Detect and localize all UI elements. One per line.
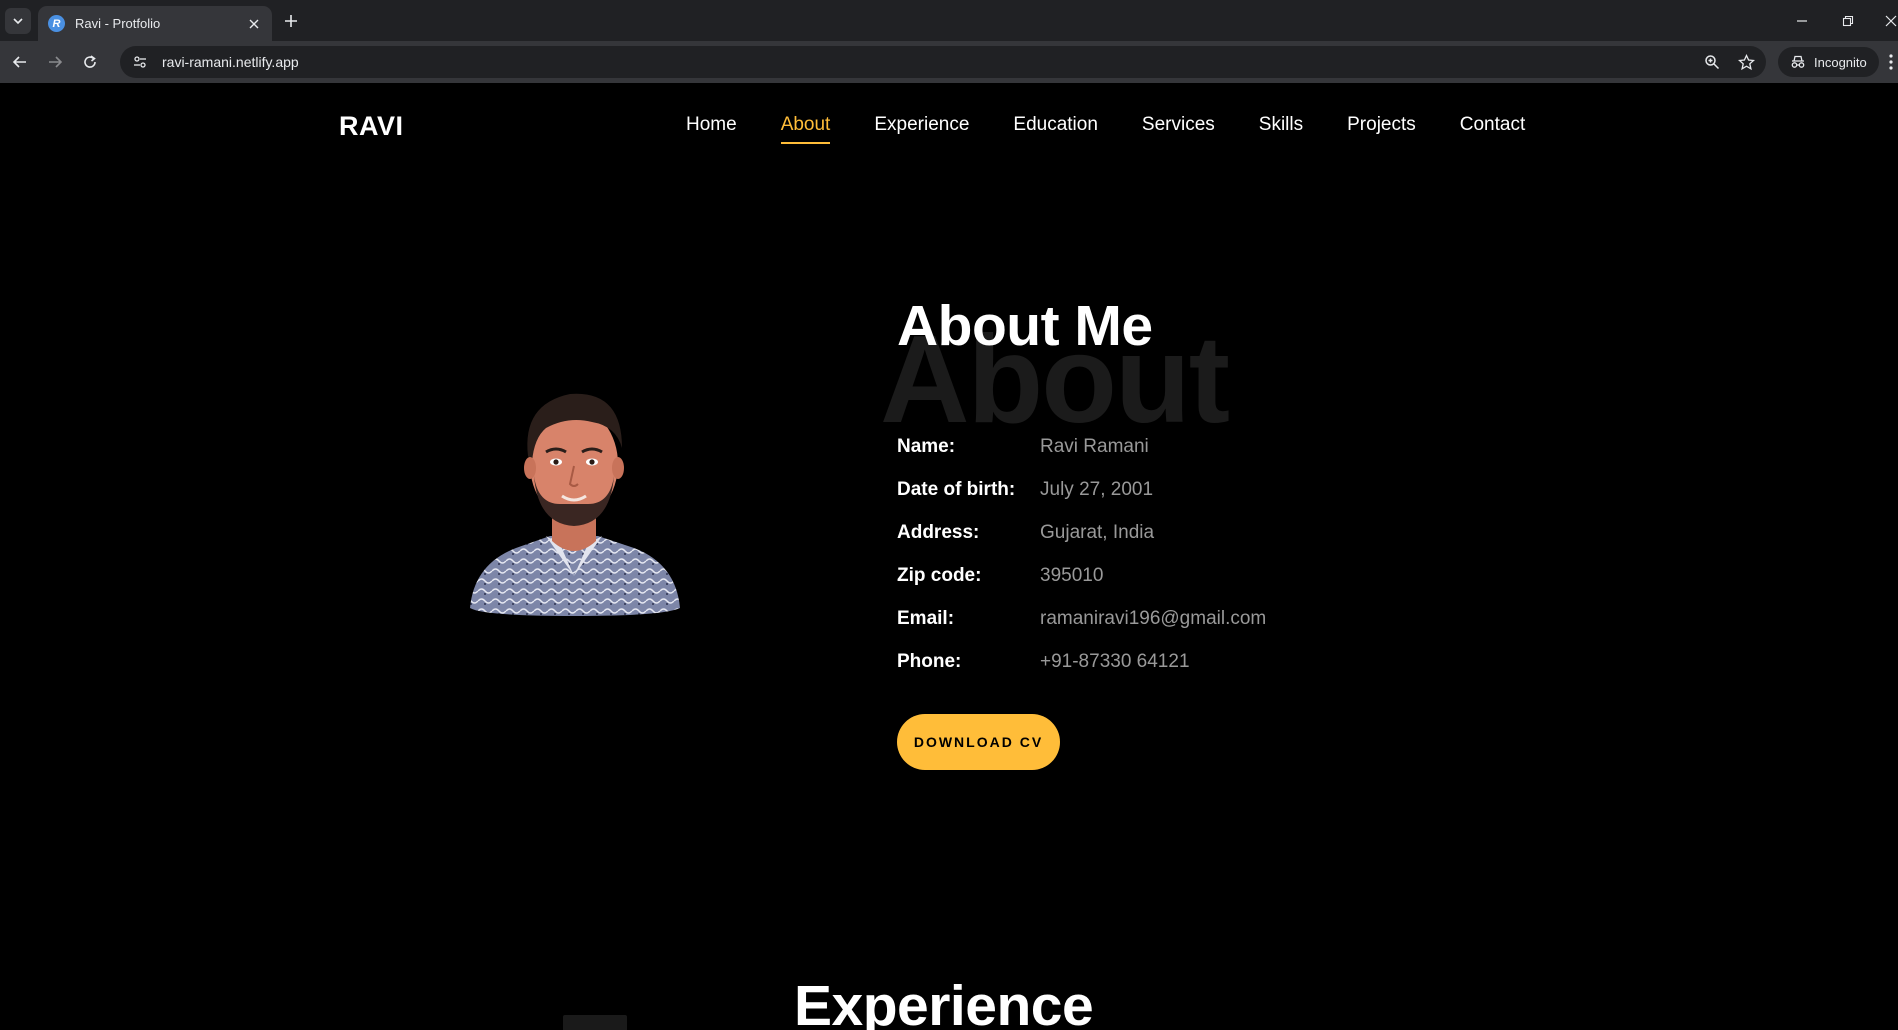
incognito-indicator[interactable]: Incognito bbox=[1778, 47, 1879, 77]
info-label: Phone: bbox=[897, 650, 962, 672]
nav-education[interactable]: Education bbox=[1013, 114, 1098, 144]
browser-tabstrip: R Ravi - Protfolio bbox=[0, 0, 1898, 41]
info-label: Email: bbox=[897, 607, 955, 629]
page-viewport: RAVI Home About Experience Education Ser… bbox=[0, 83, 1898, 1030]
zoom-icon bbox=[1705, 55, 1720, 70]
nav-skills[interactable]: Skills bbox=[1259, 114, 1303, 144]
chevron-down-icon bbox=[13, 18, 23, 25]
experience-decoration bbox=[563, 1015, 627, 1030]
about-heading: About Me bbox=[897, 294, 1153, 358]
incognito-icon bbox=[1791, 55, 1805, 68]
about-info-list: Name: Ravi Ramani Date of birth: July 27… bbox=[897, 425, 1266, 683]
restore-icon bbox=[1842, 15, 1854, 27]
download-cv-button[interactable]: DOWNLOAD CV bbox=[897, 714, 1060, 770]
browser-toolbar: ravi-ramani.netlify.app Incognito bbox=[0, 41, 1898, 83]
address-bar[interactable]: ravi-ramani.netlify.app bbox=[120, 46, 1766, 78]
site-logo[interactable]: RAVI bbox=[339, 111, 404, 142]
nav-experience[interactable]: Experience bbox=[874, 114, 969, 144]
info-value: July 27, 2001 bbox=[1040, 478, 1154, 500]
experience-heading: Experience bbox=[794, 974, 1094, 1030]
reload-icon bbox=[84, 55, 96, 68]
incognito-label: Incognito bbox=[1814, 54, 1867, 70]
url-text: ravi-ramani.netlify.app bbox=[162, 54, 299, 70]
reload-button[interactable] bbox=[78, 50, 102, 74]
info-value: Gujarat, India bbox=[1040, 521, 1155, 543]
tab-search-button[interactable] bbox=[5, 8, 31, 34]
browser-tab-active[interactable]: R Ravi - Protfolio bbox=[38, 6, 272, 41]
info-row-email: Email: ramaniravi196@gmail.com bbox=[897, 597, 1266, 640]
info-label: Zip code: bbox=[897, 564, 982, 586]
browser-menu-button[interactable] bbox=[1884, 50, 1898, 74]
minimize-icon bbox=[1797, 20, 1807, 22]
info-row-phone: Phone: +91-87330 64121 bbox=[897, 640, 1266, 683]
restore-button[interactable] bbox=[1837, 10, 1859, 32]
info-row-dob: Date of birth: July 27, 2001 bbox=[897, 468, 1266, 511]
star-icon bbox=[1737, 53, 1755, 70]
new-tab-button[interactable] bbox=[280, 10, 302, 32]
bookmark-button[interactable] bbox=[1732, 48, 1760, 76]
info-value: +91-87330 64121 bbox=[1040, 650, 1190, 672]
nav-about[interactable]: About bbox=[780, 114, 830, 144]
minimize-button[interactable] bbox=[1791, 10, 1813, 32]
more-vert-icon bbox=[1889, 54, 1893, 70]
site-favicon-icon: R bbox=[48, 15, 65, 32]
info-row-address: Address: Gujarat, India bbox=[897, 511, 1266, 554]
zoom-button[interactable] bbox=[1698, 48, 1726, 76]
close-window-button[interactable] bbox=[1880, 10, 1898, 32]
tab-title: Ravi - Protfolio bbox=[75, 16, 161, 31]
nav-contact[interactable]: Contact bbox=[1460, 114, 1525, 144]
info-label: Date of birth: bbox=[897, 478, 1016, 500]
info-value: 395010 bbox=[1040, 564, 1104, 586]
close-icon bbox=[249, 19, 259, 28]
close-icon bbox=[1885, 15, 1897, 27]
profile-photo bbox=[470, 393, 680, 616]
info-label: Address: bbox=[897, 521, 980, 543]
tab-close-button[interactable] bbox=[246, 16, 262, 32]
info-label: Name: bbox=[897, 435, 956, 457]
nav-projects[interactable]: Projects bbox=[1347, 114, 1416, 144]
tune-icon bbox=[134, 56, 146, 68]
plus-icon bbox=[285, 15, 297, 27]
info-value: ramaniravi196@gmail.com bbox=[1040, 607, 1267, 629]
arrow-right-icon bbox=[49, 56, 63, 68]
arrow-left-icon bbox=[12, 56, 26, 68]
back-button[interactable] bbox=[8, 50, 32, 74]
site-info-button[interactable] bbox=[126, 48, 154, 76]
forward-button[interactable] bbox=[43, 50, 67, 74]
main-nav: Home About Experience Education Services… bbox=[686, 114, 1569, 144]
info-row-name: Name: Ravi Ramani bbox=[897, 425, 1266, 468]
nav-home[interactable]: Home bbox=[686, 114, 737, 144]
info-value: Ravi Ramani bbox=[1040, 435, 1149, 457]
info-row-zip: Zip code: 395010 bbox=[897, 554, 1266, 597]
nav-services[interactable]: Services bbox=[1142, 114, 1215, 144]
